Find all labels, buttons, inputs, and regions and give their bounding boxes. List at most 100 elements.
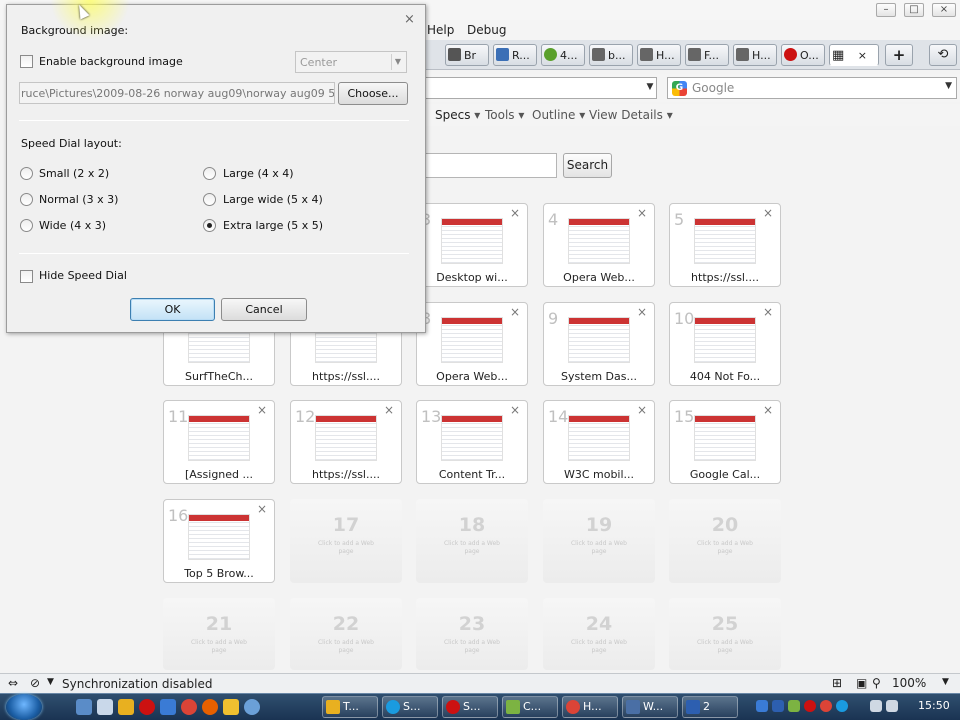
close-tile-icon[interactable]: × [510,206,520,220]
close-tile-icon[interactable]: × [637,206,647,220]
hide-speed-dial-checkbox[interactable] [20,270,33,283]
radio-normal[interactable] [20,193,33,206]
desktop-icon[interactable] [76,699,92,715]
close-tile-icon[interactable]: × [637,305,647,319]
tray-icon[interactable] [820,700,832,712]
hide-speed-dial-label[interactable]: Hide Speed Dial [39,269,127,282]
ie-icon[interactable] [160,699,176,715]
empty-speed-dial-slot[interactable]: 17 Click to add a Web page [290,499,402,583]
start-button[interactable] [6,694,42,720]
menu-debug[interactable]: Debug [467,23,506,37]
speed-dial-tile[interactable]: 16 × Top 5 Brow... [163,499,275,583]
tab-item[interactable]: F... [685,44,729,66]
radio-large-wide[interactable] [203,193,216,206]
closed-tabs-button[interactable]: ⟲ [929,44,957,66]
empty-speed-dial-slot[interactable]: 22 Click to add a Web page [290,598,402,670]
speed-dial-tile[interactable]: 14 × W3C mobil... [543,400,655,484]
background-path-input[interactable]: ruce\Pictures\2009-08-26 norway aug09\no… [19,82,335,104]
speed-dial-tile[interactable]: 3 × Desktop wi... [416,203,528,287]
taskbar-button[interactable]: 2 [682,696,738,718]
address-dropdown-icon[interactable]: ▼ [643,77,657,99]
speed-dial-tile[interactable]: 12 × https://ssl.... [290,400,402,484]
empty-speed-dial-slot[interactable]: 23 Click to add a Web page [416,598,528,670]
tray-icon[interactable] [788,700,800,712]
close-tile-icon[interactable]: × [763,403,773,417]
close-icon[interactable]: × [404,12,415,27]
panel-toggle-icon[interactable]: ⇔ [8,676,18,690]
folder-icon[interactable] [118,699,134,715]
network-icon[interactable] [870,700,882,712]
tab-item[interactable]: O... [781,44,825,66]
speed-dial-search-input[interactable] [425,153,557,178]
switch-windows-icon[interactable] [97,699,113,715]
close-tile-icon[interactable]: × [763,206,773,220]
view-icon[interactable]: ⊞ [832,676,842,690]
radio-extra-large-label[interactable]: Extra large (5 x 5) [223,219,323,232]
close-tile-icon[interactable]: × [763,305,773,319]
maximize-button[interactable]: □ [904,3,924,17]
tray-icon[interactable] [836,700,848,712]
firefox-icon[interactable] [202,699,218,715]
radio-large-label[interactable]: Large (4 x 4) [223,167,294,180]
tab-item[interactable]: 4... [541,44,585,66]
close-window-button[interactable]: × [932,3,956,17]
speed-dial-search-button[interactable]: Search [563,153,612,178]
cancel-button[interactable]: Cancel [221,298,307,321]
empty-speed-dial-slot[interactable]: 24 Click to add a Web page [543,598,655,670]
close-tile-icon[interactable]: × [510,305,520,319]
tab-item[interactable]: Br [445,44,489,66]
view-details-menu[interactable]: View Details ▾ [589,108,673,122]
close-tile-icon[interactable]: × [257,502,267,516]
minimize-button[interactable]: – [876,3,896,17]
chevron-down-icon[interactable]: ▼ [47,677,54,687]
speed-dial-tile[interactable]: 10 × 404 Not Fo... [669,302,781,386]
speed-dial-tile[interactable]: 5 × https://ssl.... [669,203,781,287]
chevron-down-icon[interactable]: ▼ [945,81,952,91]
close-tile-icon[interactable]: × [510,403,520,417]
close-tile-icon[interactable]: × [637,403,647,417]
clock[interactable]: 15:50 [918,699,950,712]
empty-speed-dial-slot[interactable]: 18 Click to add a Web page [416,499,528,583]
radio-large-wide-label[interactable]: Large wide (5 x 4) [223,193,323,206]
search-field[interactable]: G Google ▼ [667,77,957,99]
magnifier-icon[interactable]: ⚲ [872,676,881,690]
choose-button[interactable]: Choose... [338,82,408,105]
radio-wide-label[interactable]: Wide (4 x 3) [39,219,106,232]
tray-icon[interactable] [772,700,784,712]
tab-item[interactable]: b... [589,44,633,66]
taskbar-button[interactable]: T... [322,696,378,718]
radio-wide[interactable] [20,219,33,232]
image-icon[interactable]: ▣ [856,676,867,690]
taskbar-button[interactable]: S... [442,696,498,718]
close-tile-icon[interactable]: × [257,403,267,417]
google-icon[interactable]: G [672,81,687,96]
chevron-down-icon[interactable]: ▼ [942,677,949,687]
radio-large[interactable] [203,167,216,180]
tab-item[interactable]: H... [637,44,681,66]
radio-extra-large[interactable] [203,219,216,232]
radio-small-label[interactable]: Small (2 x 2) [39,167,109,180]
outline-menu[interactable]: Outline ▾ [532,108,585,122]
speed-dial-tile[interactable]: 11 × [Assigned ... [163,400,275,484]
taskbar-button[interactable]: S... [382,696,438,718]
empty-speed-dial-slot[interactable]: 20 Click to add a Web page [669,499,781,583]
close-tile-icon[interactable]: × [384,403,394,417]
taskbar-button[interactable]: C... [502,696,558,718]
tab-item[interactable]: R... [493,44,537,66]
tab-speed-dial[interactable]: ▦ × [829,44,879,66]
speed-dial-tile[interactable]: 4 × Opera Web... [543,203,655,287]
sync-icon[interactable]: ⊘ [30,676,40,690]
chrome-icon[interactable] [181,699,197,715]
zoom-level[interactable]: 100% [892,676,926,690]
tray-icon[interactable] [804,700,816,712]
speed-dial-tile[interactable]: 13 × Content Tr... [416,400,528,484]
menu-help[interactable]: Help [427,23,454,37]
radio-normal-label[interactable]: Normal (3 x 3) [39,193,118,206]
address-input[interactable] [425,77,657,99]
speed-dial-tile[interactable]: 8 × Opera Web... [416,302,528,386]
taskbar-button[interactable]: H... [562,696,618,718]
empty-speed-dial-slot[interactable]: 21 Click to add a Web page [163,598,275,670]
tray-icon[interactable] [756,700,768,712]
background-position-select[interactable]: Center ▼ [295,51,407,73]
empty-speed-dial-slot[interactable]: 25 Click to add a Web page [669,598,781,670]
